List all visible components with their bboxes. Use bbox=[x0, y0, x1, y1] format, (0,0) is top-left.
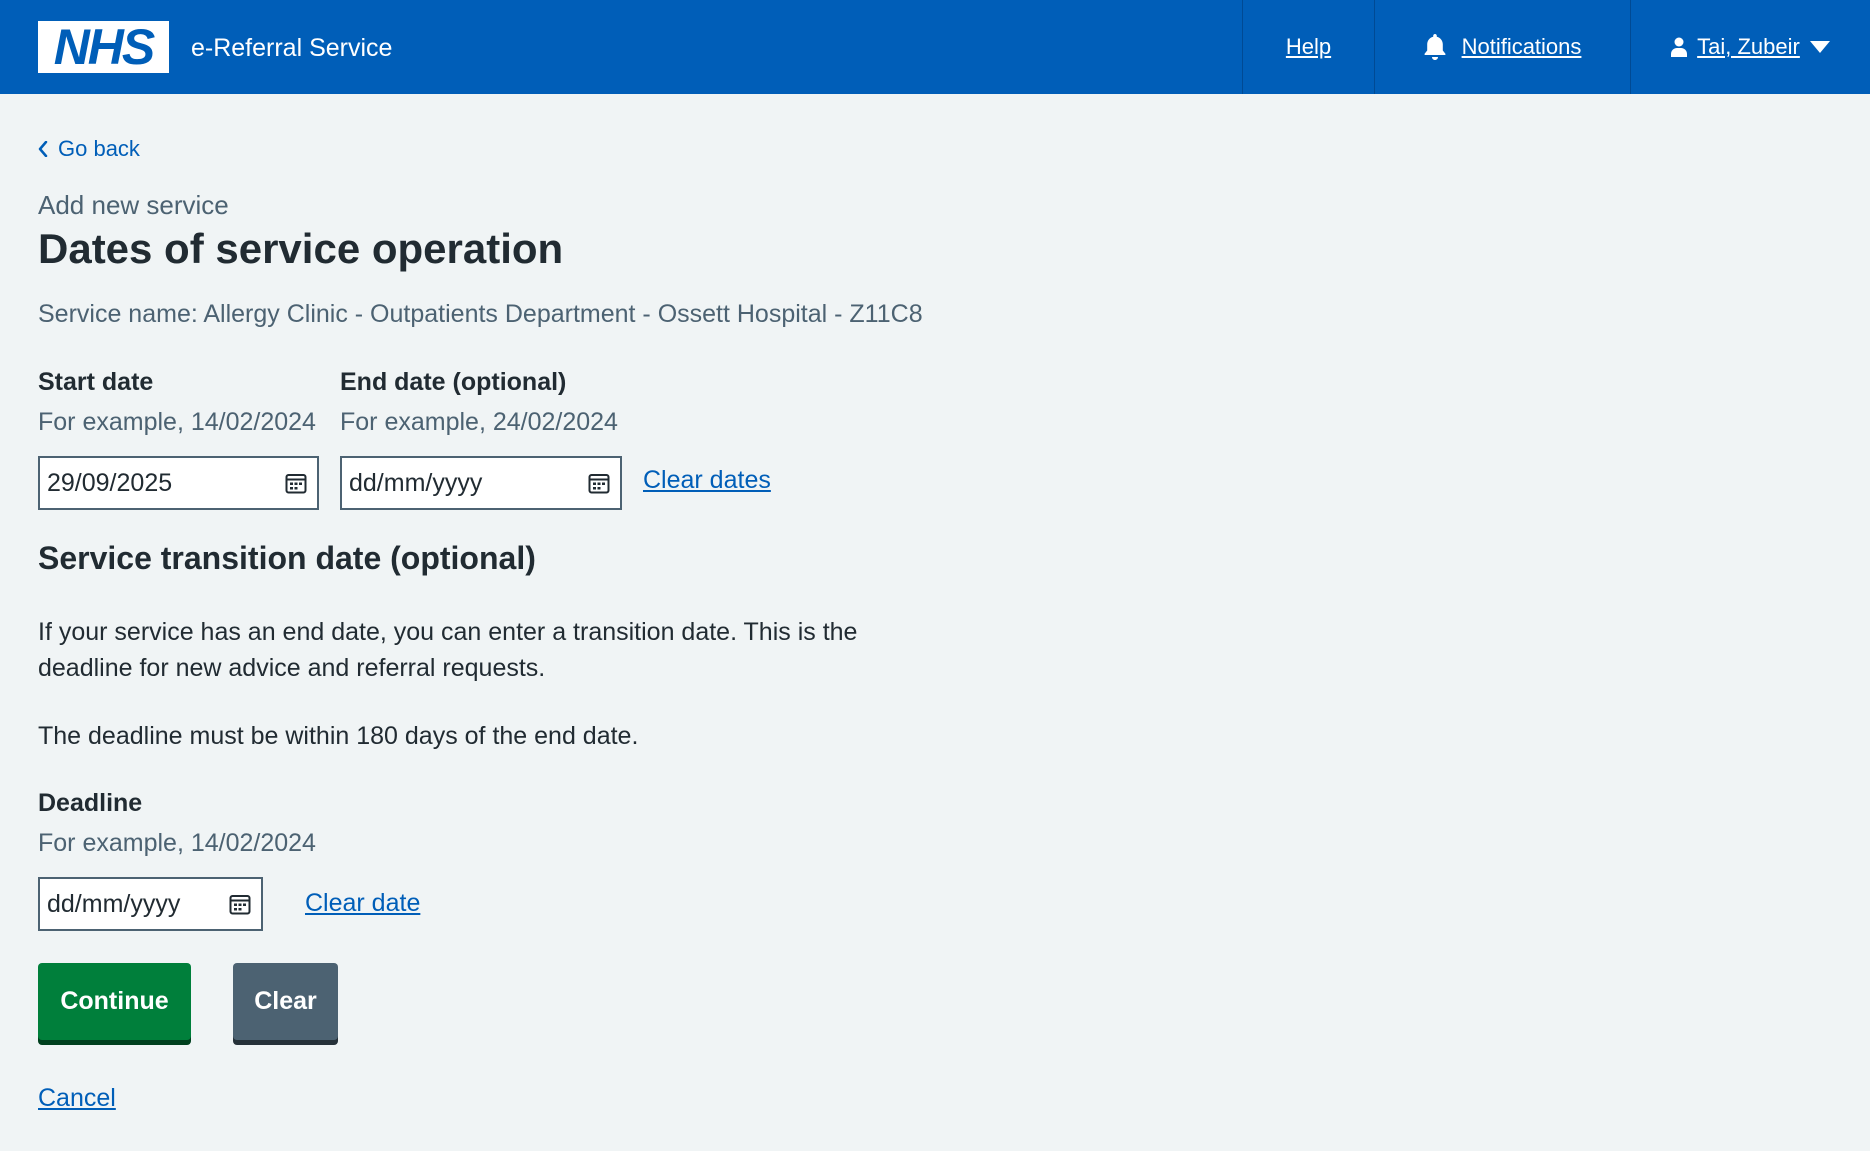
end-date-input[interactable] bbox=[349, 468, 588, 498]
chevron-left-icon bbox=[38, 141, 48, 157]
nav-help-link[interactable]: Help bbox=[1242, 0, 1374, 94]
service-name[interactable]: e-Referral Service bbox=[191, 34, 392, 63]
clear-button[interactable]: Clear bbox=[233, 963, 338, 1040]
go-back-link[interactable]: Go back bbox=[38, 136, 140, 162]
clear-date-link[interactable]: Clear date bbox=[305, 889, 420, 918]
nav-notifications-link[interactable]: Notifications bbox=[1374, 0, 1630, 94]
calendar-icon[interactable] bbox=[285, 472, 307, 494]
bell-icon bbox=[1424, 34, 1446, 60]
cancel-link[interactable]: Cancel bbox=[38, 1084, 116, 1113]
transition-paragraph-2: The deadline must be within 180 days of … bbox=[38, 722, 639, 750]
end-date-field[interactable] bbox=[340, 456, 622, 510]
calendar-icon[interactable] bbox=[588, 472, 610, 494]
continue-button[interactable]: Continue bbox=[38, 963, 191, 1040]
start-date-input[interactable] bbox=[47, 468, 285, 498]
end-date-hint: For example, 24/02/2024 bbox=[340, 408, 618, 436]
page-title: Dates of service operation bbox=[38, 225, 564, 272]
site-header: NHS e-Referral Service Help Notification… bbox=[0, 0, 1870, 94]
page-caption: Add new service bbox=[38, 190, 229, 220]
nav-notifications-label: Notifications bbox=[1461, 34, 1582, 59]
transition-heading: Service transition date (optional) bbox=[38, 540, 536, 576]
go-back-label: Go back bbox=[58, 136, 140, 161]
end-date-label: End date (optional) bbox=[340, 368, 567, 396]
service-name-line: Service name: Allergy Clinic - Outpatien… bbox=[38, 300, 923, 328]
nav-user-label: Tai, Zubeir bbox=[1697, 34, 1800, 59]
brand: NHS e-Referral Service bbox=[0, 0, 1242, 94]
start-date-label: Start date bbox=[38, 368, 154, 396]
transition-paragraph-1: If your service has an end date, you can… bbox=[38, 618, 858, 682]
nhs-logo-text: NHS bbox=[53, 19, 156, 75]
start-date-field[interactable] bbox=[38, 456, 319, 510]
user-icon bbox=[1671, 37, 1688, 57]
caret-down-icon bbox=[1809, 41, 1830, 53]
deadline-label: Deadline bbox=[38, 789, 143, 817]
nav-user-menu[interactable]: Tai, Zubeir bbox=[1630, 0, 1870, 94]
deadline-input[interactable] bbox=[47, 889, 229, 919]
nhs-logo[interactable]: NHS bbox=[38, 21, 169, 73]
calendar-icon[interactable] bbox=[229, 893, 251, 915]
nav-help-label: Help bbox=[1285, 34, 1332, 59]
clear-dates-link[interactable]: Clear dates bbox=[643, 466, 771, 495]
deadline-hint: For example, 14/02/2024 bbox=[38, 829, 316, 857]
deadline-field[interactable] bbox=[38, 877, 263, 931]
start-date-hint: For example, 14/02/2024 bbox=[38, 408, 316, 436]
